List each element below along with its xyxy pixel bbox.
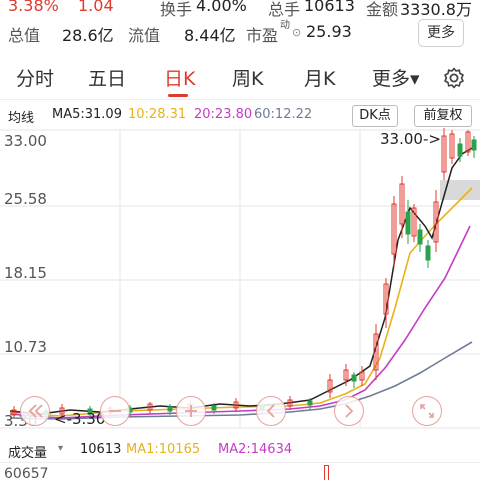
float-value: 8.44亿 [184,26,236,45]
pe-superscript: 动 [280,20,290,31]
volume-legend: 成交量 ▾ 10613 MA1:10165 MA2:14634 [0,438,480,462]
more-stats-button[interactable]: 更多 [418,19,464,47]
volume-title[interactable]: 成交量 [8,442,47,461]
y-label-4: 10.73 [4,338,47,356]
fullscreen-button[interactable] [412,396,442,426]
tab-more[interactable]: 更多▾ [372,64,420,91]
chevron-right-icon [345,404,354,418]
tab-daily-k[interactable]: 日K [164,64,195,91]
kline-svg [0,128,480,429]
y-label-top: 33.00 [4,132,47,150]
period-tabs: 分时 五日 日K 周K 月K 更多▾ [0,56,480,100]
volume-dropdown-icon[interactable]: ▾ [58,443,63,454]
tab-weekly-k[interactable]: 周K [232,64,263,91]
active-tab-indicator [168,94,188,97]
scroll-back-button[interactable] [256,396,286,426]
float-label: 流值 [128,26,161,45]
high-annotation: 33.00-> [380,130,441,148]
volume-chart[interactable] [0,462,480,480]
mktcap-value: 28.6亿 [62,26,114,45]
amount-label: 金额 [366,0,399,19]
turnover-label: 换手 [160,0,193,19]
ma60-value: 60:12.22 [254,107,313,122]
tab-monthly-k[interactable]: 月K [304,64,335,91]
ma10-value: 10:28.31 [128,107,187,122]
plus-icon [185,405,197,417]
pe-info-icon[interactable]: ⊙ [292,26,301,39]
double-chevron-left-icon [28,404,43,418]
volume-axis-top: 60657 [4,466,49,480]
hands-value: 10613 [304,0,355,15]
turnover-value: 4.00% [196,0,247,15]
dk-point-button[interactable]: DK点 [352,105,398,127]
volume-bar [324,465,329,480]
change-amount: 1.04 [78,0,114,15]
tab-intraday[interactable]: 分时 [16,64,54,91]
ma-legend: 均线 MA5:31.09 10:28.31 20:23.80 60:12.22 … [0,104,480,127]
expand-icon [420,404,434,418]
zoom-in-button[interactable] [176,396,206,426]
y-label-3: 18.15 [4,264,47,282]
scroll-left-button[interactable] [20,396,50,426]
ma5-value: MA5:31.09 [52,107,122,122]
candles [11,128,477,420]
pe-label: 市盈 [246,26,279,45]
gear-icon[interactable] [442,66,466,90]
volume-ma1: MA1:10165 [126,442,201,457]
tab-five-day[interactable]: 五日 [88,64,126,91]
y-label-2: 25.58 [4,190,47,208]
mktcap-label: 总值 [8,26,41,45]
chevron-left-icon [266,404,275,418]
kline-chart[interactable]: 33.00 25.58 18.15 10.73 3.30 33.00-> <-3… [0,128,480,432]
scroll-right-button[interactable] [334,396,364,426]
ma-legend-title: 均线 [8,111,35,126]
zoom-out-button[interactable] [100,396,130,426]
change-percent: 3.38% [8,0,59,15]
quote-stats: 3.38% 1.04 换手 4.00% 总手 10613 金额 3330.8万 … [0,0,480,50]
low-annotation: <-3.30 [54,410,106,428]
volume-value: 10613 [80,442,122,457]
ma20-value: 20:23.80 [194,107,253,122]
price-adjust-button[interactable]: 前复权 [414,105,472,127]
pe-value: 25.93 [306,22,352,41]
minus-icon [109,410,121,412]
amount-value: 3330.8万 [400,0,472,19]
volume-ma2: MA2:14634 [218,442,293,457]
